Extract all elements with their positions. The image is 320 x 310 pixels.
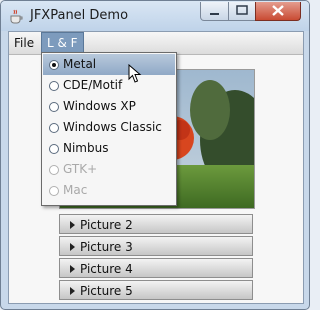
menu-item-gtk: GTK+ [43, 159, 175, 180]
expand-triangle-icon [70, 287, 75, 295]
title-bar[interactable]: JFXPanel Demo [1, 1, 309, 31]
accordion-item-picture-5[interactable]: Picture 5 [59, 280, 253, 300]
app-window: JFXPanel Demo File L & F Picture 2 Pictu… [0, 0, 310, 310]
close-button[interactable] [255, 2, 301, 21]
menu-item-windows-classic[interactable]: Windows Classic [43, 117, 175, 138]
accordion-item-picture-3[interactable]: Picture 3 [59, 236, 253, 256]
accordion-item-picture-2[interactable]: Picture 2 [59, 214, 253, 234]
radio-icon [49, 81, 59, 91]
radio-icon [49, 144, 59, 154]
menu-item-label: CDE/Motif [63, 78, 123, 92]
radio-icon [49, 186, 59, 196]
menu-item-windows-xp[interactable]: Windows XP [43, 96, 175, 117]
close-icon [272, 5, 284, 16]
minimize-icon [210, 13, 219, 15]
menu-item-nimbus[interactable]: Nimbus [43, 138, 175, 159]
radio-icon [49, 123, 59, 133]
radio-icon [49, 102, 59, 112]
minimize-button[interactable] [200, 2, 229, 21]
menu-look-and-feel[interactable]: L & F [41, 32, 84, 54]
radio-icon [49, 165, 59, 175]
menu-item-label: Windows XP [63, 99, 136, 113]
menu-item-label: Windows Classic [63, 120, 162, 134]
menu-item-mac: Mac [43, 180, 175, 201]
expand-triangle-icon [70, 221, 75, 229]
menu-item-label: GTK+ [63, 162, 98, 176]
accordion-item-label: Picture 4 [80, 262, 133, 276]
java-cup-icon [10, 9, 23, 24]
expand-triangle-icon [70, 243, 75, 251]
look-and-feel-menu: Metal CDE/Motif Windows XP Windows Class… [41, 52, 177, 206]
radio-icon [49, 60, 59, 70]
menu-item-label: Nimbus [63, 141, 109, 155]
maximize-button[interactable] [228, 2, 256, 21]
menu-item-label: Metal [63, 57, 97, 71]
menu-item-metal[interactable]: Metal [43, 54, 175, 75]
maximize-icon [236, 5, 248, 15]
window-title: JFXPanel Demo [30, 8, 129, 23]
mouse-pointer-icon [128, 64, 142, 83]
radio-dot-icon [52, 63, 56, 67]
accordion-item-picture-4[interactable]: Picture 4 [59, 258, 253, 278]
menu-file[interactable]: File [9, 32, 39, 54]
expand-triangle-icon [70, 265, 75, 273]
menu-item-cde-motif[interactable]: CDE/Motif [43, 75, 175, 96]
accordion-item-label: Picture 2 [80, 218, 133, 232]
menu-item-label: Mac [63, 183, 88, 197]
accordion-item-label: Picture 3 [80, 240, 133, 254]
accordion-item-label: Picture 5 [80, 284, 133, 298]
